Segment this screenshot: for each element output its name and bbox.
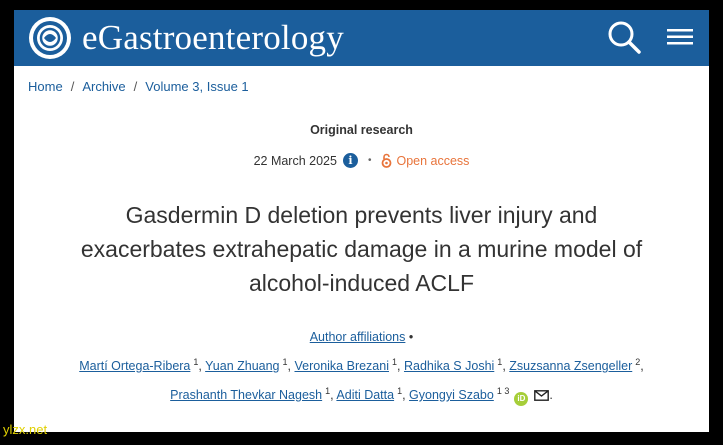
author-affiliation-sup: 2 (635, 357, 641, 367)
open-lock-icon (382, 153, 392, 168)
author-link[interactable]: Prashanth Thevkar Nagesh (170, 388, 322, 402)
separator-dot: • (408, 330, 414, 344)
open-access-label: Open access (396, 153, 470, 168)
separator-dot: • (367, 155, 372, 166)
author-affiliation-sup: 1 (325, 386, 331, 396)
author-affiliation-sup: 1 (392, 357, 398, 367)
article-title: Gasdermin D deletion prevents liver inju… (34, 198, 689, 300)
email-icon[interactable] (534, 390, 550, 401)
breadcrumb: Home / Archive / Volume 3, Issue 1 (28, 79, 249, 94)
author-link[interactable]: Yuan Zhuang (205, 359, 279, 373)
hamburger-menu-icon[interactable] (667, 27, 693, 47)
author-link[interactable]: Gyongyi Szabo (409, 388, 494, 402)
site-header: eGastroenterology (14, 10, 709, 66)
author-link[interactable]: Veronika Brezani (294, 359, 389, 373)
author-link[interactable]: Zsuzsanna Zsengeller (509, 359, 632, 373)
author-link[interactable]: Martí Ortega-Ribera (79, 359, 190, 373)
site-brand[interactable]: eGastroenterology (82, 18, 344, 58)
title-line: alcohol-induced ACLF (248, 270, 475, 296)
affiliations-row: Author affiliations • (14, 330, 709, 344)
article-meta: 22 March 2025 i • Open access (14, 153, 709, 168)
author-affiliation-sup: 1 (397, 386, 403, 396)
author-affiliation-sup: 1 3 (496, 386, 510, 396)
search-icon[interactable] (607, 20, 641, 54)
orcid-icon[interactable]: iD (514, 392, 529, 406)
breadcrumb-separator: / (133, 79, 138, 94)
breadcrumb-separator: / (70, 79, 75, 94)
author-affiliation-sup: 1 (193, 357, 199, 367)
breadcrumb-issue[interactable]: Volume 3, Issue 1 (145, 79, 248, 94)
author-affiliation-sup: 1 (282, 357, 288, 367)
author-list-row: Prashanth Thevkar Nagesh 1, Aditi Datta 1,… (34, 386, 689, 406)
author-link[interactable]: Radhika S Joshi (404, 359, 494, 373)
author-affiliations-link[interactable]: Author affiliations (310, 330, 406, 344)
page-frame: eGastroenterology Home / Archive / Volum… (14, 10, 709, 432)
open-access-badge[interactable]: Open access (381, 153, 469, 168)
author-link[interactable]: Aditi Datta (336, 388, 394, 402)
breadcrumb-archive[interactable]: Archive (82, 79, 125, 94)
author-list-row: Martí Ortega-Ribera 1, Yuan Zhuang 1, Vero… (79, 357, 644, 373)
journal-logo-icon[interactable] (28, 16, 72, 60)
title-line: Gasdermin D deletion prevents liver inju… (125, 202, 598, 228)
publication-date: 22 March 2025 (253, 153, 337, 168)
breadcrumb-home[interactable]: Home (28, 79, 63, 94)
title-line: exacerbates extrahepatic damage in a mur… (80, 236, 643, 262)
article-type: Original research (310, 123, 413, 137)
watermark-text: ylzx.net (3, 422, 48, 437)
author-affiliation-sup: 1 (497, 357, 503, 367)
info-icon[interactable]: i (342, 153, 358, 168)
